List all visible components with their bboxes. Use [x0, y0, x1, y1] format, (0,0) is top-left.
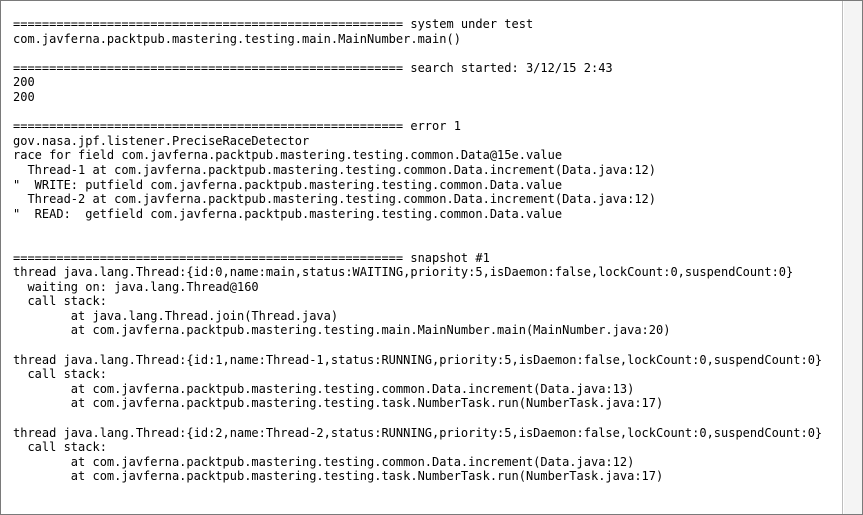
console-line: at com.javferna.packtpub.mastering.testi… [13, 323, 671, 338]
vertical-scrollbar[interactable] [844, 1, 862, 514]
console-line: gov.nasa.jpf.listener.PreciseRaceDetecto… [13, 133, 310, 148]
console-line: ========================================… [13, 250, 490, 265]
console-line: 200 [13, 75, 35, 90]
console-line: call stack: [13, 367, 107, 382]
console-line: at com.javferna.packtpub.mastering.testi… [13, 454, 635, 469]
console-line: waiting on: java.lang.Thread@160 [13, 279, 259, 294]
console-line: Thread-2 at com.javferna.packtpub.master… [13, 192, 656, 207]
console-line: " WRITE: putfield com.javferna.packtpub.… [13, 177, 563, 192]
console-line: at com.javferna.packtpub.mastering.testi… [13, 469, 664, 484]
console-line: at com.javferna.packtpub.mastering.testi… [13, 396, 664, 411]
console-line: thread java.lang.Thread:{id:0,name:main,… [13, 265, 794, 280]
console-window: ========================================… [0, 0, 863, 515]
console-output-area[interactable]: ========================================… [1, 1, 843, 514]
console-line: com.javferna.packtpub.mastering.testing.… [13, 31, 461, 46]
console-line: 200 [13, 89, 35, 104]
console-line: ========================================… [13, 60, 613, 75]
console-line: ========================================… [13, 17, 534, 31]
console-line: at com.javferna.packtpub.mastering.testi… [13, 381, 635, 396]
console-line: thread java.lang.Thread:{id:1,name:Threa… [13, 352, 823, 367]
console-line: call stack: [13, 294, 107, 309]
console-text: ========================================… [1, 1, 842, 484]
console-line: Thread-1 at com.javferna.packtpub.master… [13, 162, 656, 177]
console-line: ========================================… [13, 119, 461, 134]
console-line: thread java.lang.Thread:{id:2,name:Threa… [13, 425, 823, 440]
console-line: call stack: [13, 440, 107, 455]
console-line: at java.lang.Thread.join(Thread.java) [13, 308, 339, 323]
console-line: race for field com.javferna.packtpub.mas… [13, 148, 563, 163]
console-line: " READ: getfield com.javferna.packtpub.m… [13, 206, 563, 221]
